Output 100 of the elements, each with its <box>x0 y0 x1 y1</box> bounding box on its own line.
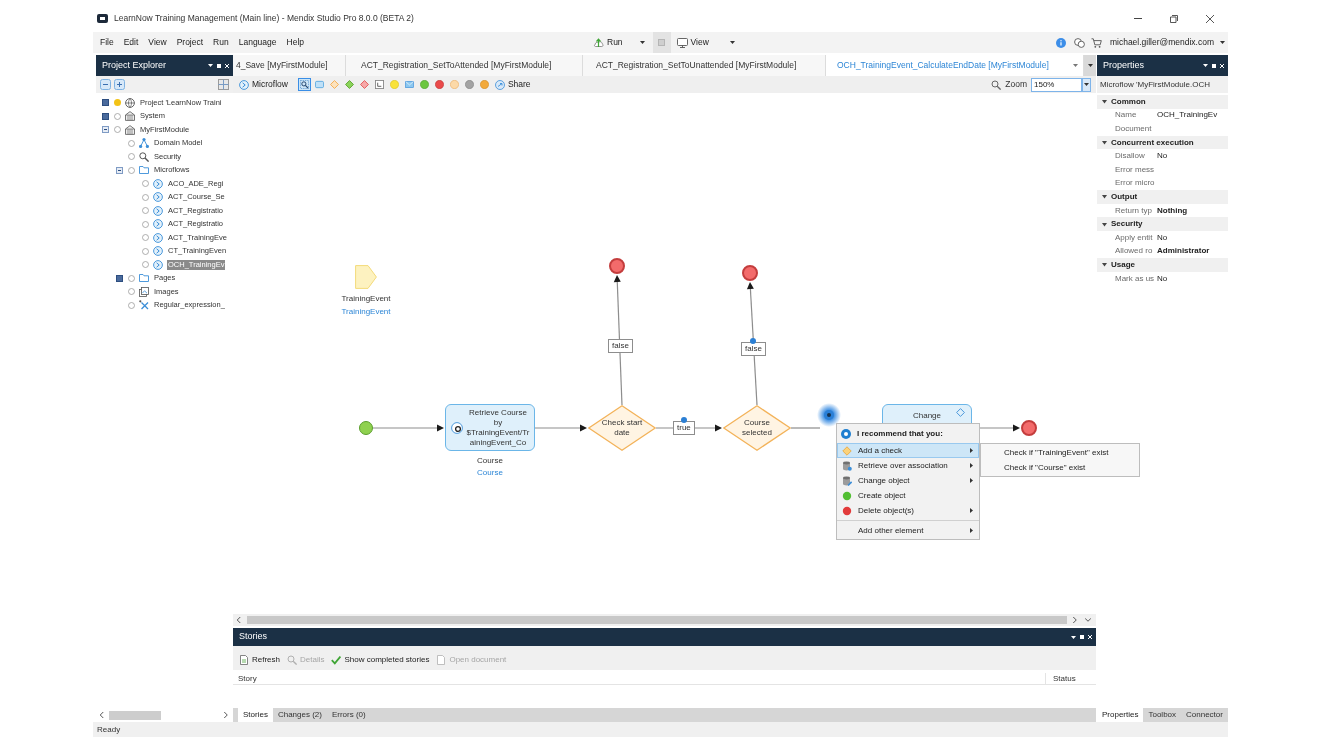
flow-arrow <box>372 424 444 432</box>
status-circle-icon <box>128 153 135 161</box>
glowing-handle-icon <box>817 403 841 427</box>
property-label: Allowed ro <box>1115 245 1154 258</box>
share-button[interactable]: Share <box>494 78 531 91</box>
caret-down-icon[interactable] <box>1071 635 1076 639</box>
flow-label: true <box>673 421 695 435</box>
magnifier-icon <box>139 151 149 162</box>
menu-item[interactable]: Run <box>213 36 229 49</box>
status-circle-icon <box>128 166 135 174</box>
menu-item[interactable]: Add other element <box>837 523 979 538</box>
envelope-icon <box>404 80 414 89</box>
tool-button[interactable] <box>432 78 446 91</box>
tool-button[interactable] <box>342 78 356 91</box>
close-icon[interactable] <box>1220 63 1224 68</box>
panel-tab[interactable]: Stories <box>238 708 273 722</box>
expand-icon[interactable] <box>115 274 123 282</box>
menu-item[interactable]: File <box>100 36 114 49</box>
menu-item[interactable]: Check if "Course" exist <box>981 460 1139 475</box>
collapse-icon[interactable] <box>100 79 111 90</box>
section-header[interactable]: Output <box>1097 190 1228 204</box>
zoom-dropdown-button[interactable] <box>1082 77 1091 92</box>
menu-item[interactable]: Language <box>238 36 277 49</box>
property-value: No <box>1157 231 1168 244</box>
collapse-icon[interactable] <box>101 126 109 134</box>
caret-down-icon <box>1084 83 1089 86</box>
output-variable: Course <box>477 455 503 467</box>
scrollbar-thumb[interactable] <box>247 616 1067 624</box>
menu-item[interactable]: Project <box>176 36 204 49</box>
document-tab[interactable]: OCH_TrainingEvent_CalculateEndDate [MyFirstModule] <box>826 55 1084 76</box>
database-icon <box>842 475 852 486</box>
section-header[interactable]: Concurrent execution <box>1097 135 1228 150</box>
property-label: Disallow <box>1115 150 1146 163</box>
run-button[interactable]: Run <box>593 36 623 49</box>
cart-icon[interactable] <box>1090 37 1102 48</box>
microflow-mode-button[interactable]: Microflow <box>239 78 288 91</box>
column-header: Story <box>237 672 258 685</box>
cloud-upload-icon <box>593 37 604 48</box>
view-button[interactable]: View <box>676 36 709 49</box>
monitor-icon <box>676 37 688 48</box>
menu-item[interactable]: View <box>148 36 167 49</box>
menu-item[interactable]: Edit <box>123 36 139 49</box>
account-menu[interactable]: michael.giller@mendix.com <box>1109 36 1225 49</box>
document-tab[interactable]: 4_Save [MyFirstModule] <box>233 55 346 76</box>
section-header[interactable]: Usage <box>1097 258 1228 272</box>
menu-item[interactable]: Help <box>286 36 304 49</box>
close-icon[interactable] <box>1088 635 1092 639</box>
menu-item[interactable]: Change object <box>837 473 979 488</box>
grid-icon[interactable] <box>218 79 229 90</box>
property-label: Error micro <box>1115 177 1156 190</box>
panel-tab[interactable]: Properties <box>1097 708 1144 722</box>
property-label: Document <box>1115 123 1153 135</box>
tool-button[interactable] <box>462 78 476 91</box>
close-icon[interactable] <box>225 63 229 68</box>
flow-circle-icon <box>153 219 163 230</box>
end-event-icon <box>742 265 758 281</box>
property-value: Nothing <box>1157 204 1188 217</box>
caret-down-icon[interactable] <box>1203 64 1208 67</box>
circle-icon <box>389 80 399 89</box>
status-text: Ready <box>97 723 121 736</box>
collapse-icon[interactable] <box>115 166 123 174</box>
dot-icon <box>842 490 852 501</box>
pin-icon[interactable] <box>1212 63 1216 68</box>
scroll-left-icon[interactable] <box>100 712 104 718</box>
tool-button[interactable] <box>372 78 386 91</box>
tool-button[interactable] <box>357 78 371 91</box>
activity-caption: Change <box>912 410 942 421</box>
status-circle-icon <box>142 247 149 255</box>
retrieve-icon <box>451 422 463 434</box>
menu-item[interactable]: Add a check <box>837 443 979 458</box>
toolbar-button[interactable]: Refresh <box>239 653 280 666</box>
pin-icon[interactable] <box>217 63 221 68</box>
menu-item[interactable]: Delete object(s) <box>837 503 979 518</box>
expand-icon[interactable] <box>114 79 125 90</box>
expand-icon[interactable] <box>101 99 109 107</box>
expand-icon[interactable] <box>101 112 109 120</box>
info-icon[interactable] <box>1055 37 1066 48</box>
section-header[interactable]: Security <box>1097 217 1228 231</box>
tabs-dropdown-button[interactable] <box>1084 55 1096 76</box>
status-circle-icon <box>114 112 121 120</box>
caret-down-icon[interactable] <box>208 64 213 67</box>
status-circle-icon <box>142 207 149 215</box>
scrollbar-thumb[interactable] <box>109 710 161 720</box>
scroll-right-icon[interactable] <box>1073 617 1077 623</box>
tool-button[interactable] <box>297 78 311 91</box>
menu-item[interactable]: Create object <box>837 488 979 503</box>
flow-circle-icon <box>153 232 163 243</box>
section-header[interactable]: Common <box>1097 95 1228 109</box>
menu-item[interactable]: Retrieve over association <box>837 458 979 473</box>
share-icon <box>494 79 505 90</box>
scroll-down-icon[interactable] <box>1085 618 1091 622</box>
scroll-right-icon[interactable] <box>224 712 228 718</box>
menu-item[interactable]: Check if "TrainingEvent" exist <box>981 445 1139 460</box>
flow-circle-icon <box>153 259 163 270</box>
toggle-button[interactable]: Show completed stories <box>331 653 430 666</box>
scroll-left-icon[interactable] <box>237 617 241 623</box>
property-label: Return typ <box>1115 204 1153 217</box>
circle-icon <box>434 80 444 89</box>
chat-icon[interactable] <box>1073 37 1085 48</box>
zoom-field[interactable]: 150% <box>1031 77 1082 92</box>
